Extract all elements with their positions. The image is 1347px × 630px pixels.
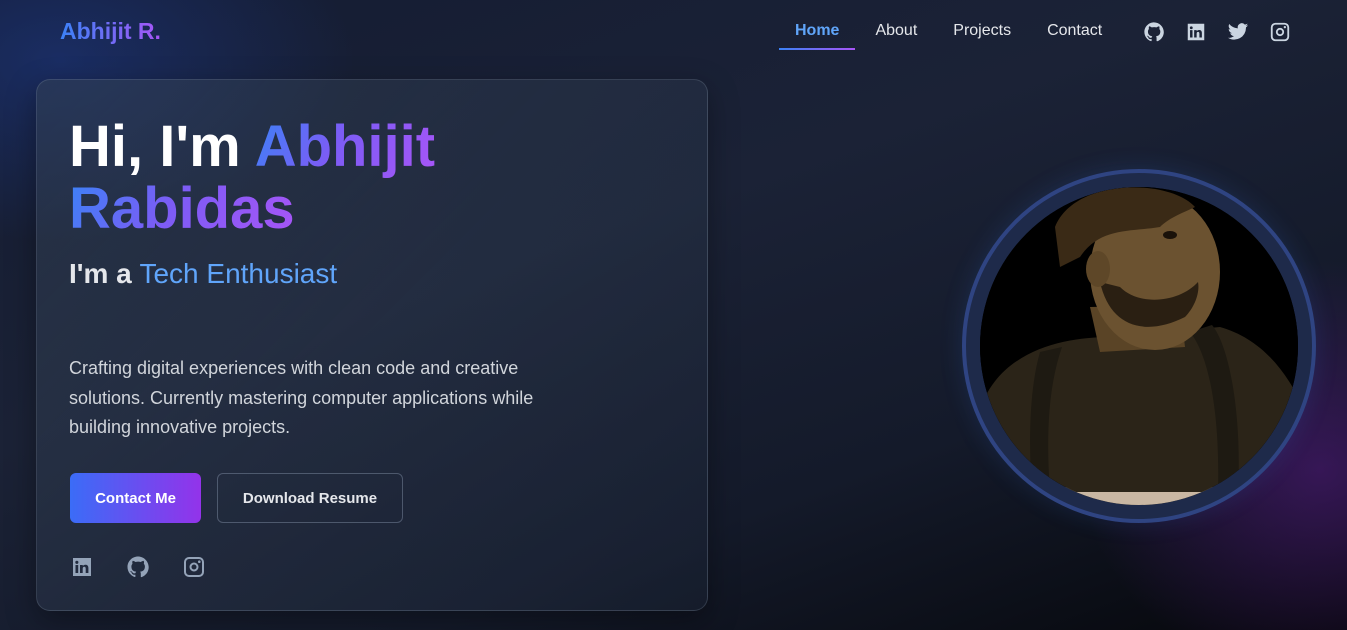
- nav-social-links: [1143, 21, 1311, 43]
- subtitle-prefix: I'm a: [69, 258, 132, 289]
- site-logo[interactable]: Abhijit R.: [60, 18, 161, 45]
- hero-subtitle: I'm a Tech Enthusiast: [69, 258, 337, 290]
- download-resume-button[interactable]: Download Resume: [217, 473, 403, 523]
- profile-photo-illustration: [980, 187, 1298, 505]
- nav-links: Home About Projects Contact: [779, 14, 1122, 50]
- profile-photo: [980, 187, 1298, 505]
- nav-link-about[interactable]: About: [859, 14, 933, 50]
- hero-greeting: Hi, I'm: [69, 114, 241, 179]
- hero-title: Hi, I'm Abhijit Rabidas: [69, 116, 589, 240]
- hero-first-name: Abhijit: [254, 114, 436, 179]
- linkedin-icon[interactable]: [1185, 21, 1207, 43]
- hero-description: Crafting digital experiences with clean …: [69, 358, 534, 437]
- nav-link-projects[interactable]: Projects: [937, 14, 1027, 50]
- github-icon[interactable]: [1143, 21, 1165, 43]
- instagram-icon[interactable]: [182, 555, 206, 579]
- twitter-icon[interactable]: [1227, 21, 1249, 43]
- linkedin-icon[interactable]: [70, 555, 94, 579]
- github-icon[interactable]: [126, 555, 150, 579]
- hero-last-name: Rabidas: [69, 176, 295, 241]
- nav-link-contact[interactable]: Contact: [1031, 14, 1118, 50]
- instagram-icon[interactable]: [1269, 21, 1291, 43]
- navbar: Abhijit R. Home About Projects Contact: [0, 0, 1347, 64]
- hero-social-links: [70, 555, 238, 579]
- typed-role: Tech Enthusiast: [139, 258, 338, 289]
- nav-link-home[interactable]: Home: [779, 14, 856, 50]
- hero-card: Hi, I'm Abhijit Rabidas I'm a Tech Enthus…: [36, 79, 708, 611]
- contact-me-button[interactable]: Contact Me: [70, 473, 201, 523]
- profile-photo-frame: [962, 169, 1316, 523]
